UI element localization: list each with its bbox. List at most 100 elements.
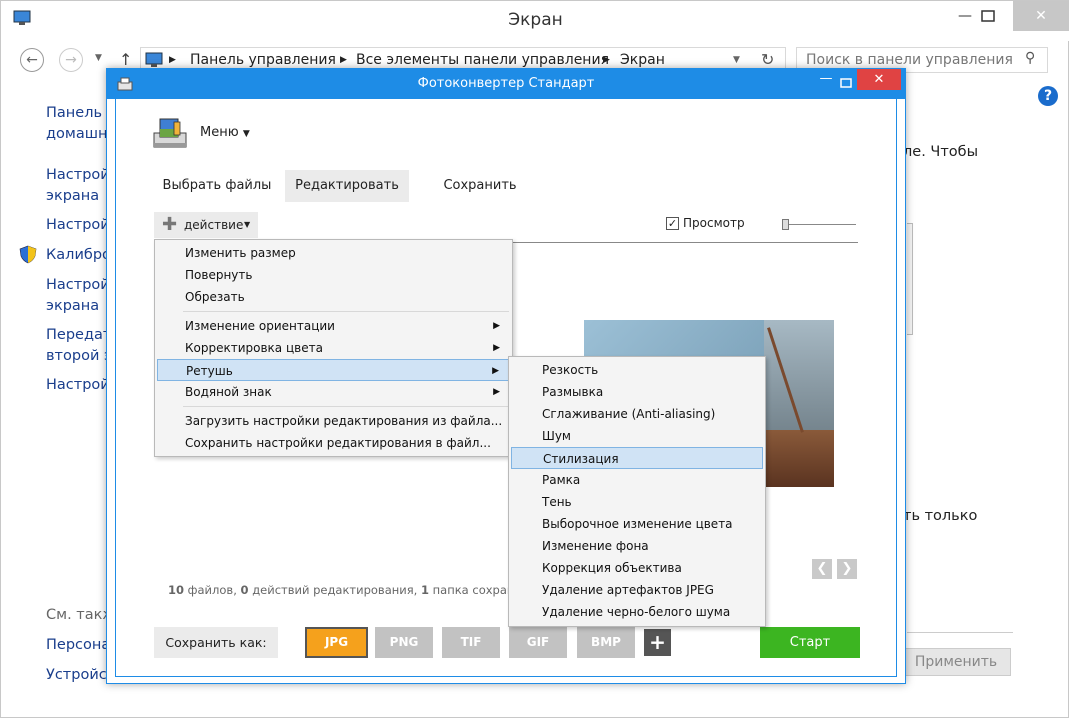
sidebar-link-settings[interactable]: Настрой [46, 215, 110, 236]
menu-button[interactable]: Меню ▼ [200, 125, 250, 140]
description-text-fragment: ле. Чтобы [903, 144, 979, 160]
submenu-item-noise[interactable]: Шум [509, 425, 765, 447]
sidebar-link-calibrate[interactable]: Калибро [46, 245, 111, 266]
preview-label: Просмотр [683, 216, 745, 230]
tab-select-files[interactable]: Выбрать файлы [160, 170, 274, 202]
back-button[interactable]: ← [20, 48, 44, 72]
sidebar-link-devices[interactable]: Устройст [46, 665, 115, 686]
menu-item-label: Водяной знак [185, 385, 272, 399]
submenu-item-blur[interactable]: Размывка [509, 381, 765, 403]
submenu-item-shadow[interactable]: Тень [509, 491, 765, 513]
pc-maximize-button[interactable] [833, 73, 859, 95]
sidebar-link-text: экрана [46, 188, 100, 204]
pc-title-bar[interactable]: Фотоконвертер Стандарт — ✕ [107, 69, 905, 99]
pc-close-button[interactable]: ✕ [857, 69, 901, 90]
help-icon[interactable]: ? [1038, 86, 1058, 106]
menu-separator [183, 406, 509, 407]
sidebar-link-text: второй э [46, 348, 112, 364]
menu-item-retouch[interactable]: Ретушь ▶ [157, 359, 510, 381]
submenu-item-selective-color[interactable]: Выборочное изменение цвета [509, 513, 765, 535]
files-label: файлов, [187, 583, 237, 597]
prev-image-button[interactable]: ❮ [812, 559, 832, 579]
folders-count: 1 [420, 583, 429, 597]
submenu-item-background-change[interactable]: Изменение фона [509, 535, 765, 557]
zoom-slider-track[interactable] [784, 224, 856, 225]
menu-item-resize[interactable]: Изменить размер [155, 242, 512, 264]
control-panel-icon [145, 52, 163, 67]
menu-item-label: Загрузить настройки редактирования из фа… [185, 414, 503, 428]
menu-separator [183, 311, 509, 312]
maximize-button[interactable] [965, 1, 1011, 31]
maximize-icon [981, 10, 995, 22]
menu-item-label: Выборочное изменение цвета [542, 517, 733, 531]
recent-pages-chevron-icon[interactable]: ▼ [95, 53, 102, 63]
menu-item-label: Рамка [542, 473, 581, 487]
menu-item-label: Тень [542, 495, 572, 509]
start-button[interactable]: Старт [760, 627, 860, 658]
menu-item-save-settings[interactable]: Сохранить настройки редактирования в фай… [155, 432, 512, 454]
submenu-item-bw-noise[interactable]: Удаление черно-белого шума [509, 601, 765, 623]
submenu-item-sharpness[interactable]: Резкость [509, 359, 765, 381]
save-as-label: Сохранить как: [154, 627, 278, 658]
pc-window-title: Фотоконвертер Стандарт [417, 76, 595, 91]
status-line: 10 файлов, 0 действий редактирования, 1 … [168, 583, 543, 597]
breadcrumb-item[interactable]: Панель управления [190, 52, 336, 68]
submenu-arrow-icon: ▶ [493, 343, 500, 353]
preview-checkbox[interactable]: ✓ [666, 217, 679, 230]
sidebar-link-cleartype[interactable]: Настрой [46, 375, 110, 396]
submenu-arrow-icon: ▶ [492, 366, 499, 376]
description-text-fragment: ть только [903, 508, 978, 524]
menu-item-label: Стилизация [543, 452, 619, 466]
action-dropdown-button[interactable]: ✚ действие ▼ [154, 212, 258, 238]
sidebar-link-text: Настрой [46, 167, 110, 183]
format-jpg-button[interactable]: JPG [305, 627, 368, 658]
chevron-down-icon: ▼ [242, 129, 250, 139]
breadcrumb-separator-icon: ▶ [340, 55, 347, 65]
breadcrumb-item[interactable]: Все элементы панели управления [356, 52, 609, 68]
sidebar-link-project[interactable]: Передат второй э [46, 325, 112, 367]
forward-button[interactable]: → [59, 48, 83, 72]
printer-photo-icon [153, 118, 187, 148]
address-dropdown-icon[interactable]: ▼ [733, 55, 740, 65]
menu-item-label: Изменение фона [542, 539, 649, 553]
menu-item-rotate[interactable]: Повернуть [155, 264, 512, 286]
outer-close-button[interactable]: ✕ [1013, 1, 1069, 31]
tab-edit[interactable]: Редактировать [285, 170, 409, 202]
sidebar-link-text: Настрой [46, 277, 110, 293]
menu-item-orientation[interactable]: Изменение ориентации ▶ [155, 315, 512, 337]
submenu-item-lens-correction[interactable]: Коррекция объектива [509, 557, 765, 579]
menu-item-label: Изменение ориентации [185, 319, 335, 333]
menu-item-color-correction[interactable]: Корректировка цвета ▶ [155, 337, 512, 359]
menu-item-label: Удаление черно-белого шума [542, 605, 731, 619]
sidebar-link-text: Передат [46, 327, 112, 343]
menu-item-label: Повернуть [185, 268, 253, 282]
format-gif-button[interactable]: GIF [509, 627, 567, 658]
sidebar-link-text-size[interactable]: Настрой экрана [46, 275, 110, 317]
sidebar-link-personalization[interactable]: Персона [46, 635, 110, 656]
menu-item-crop[interactable]: Обрезать [155, 286, 512, 308]
tab-save[interactable]: Сохранить [430, 170, 530, 202]
plus-icon: ✚ [162, 214, 178, 235]
add-format-button[interactable]: + [644, 629, 671, 656]
format-bmp-button[interactable]: BMP [577, 627, 635, 658]
refresh-icon[interactable]: ↻ [761, 50, 774, 69]
up-arrow-icon[interactable]: ↑ [119, 50, 132, 69]
next-image-button[interactable]: ❯ [837, 559, 857, 579]
sidebar-link-text: экрана [46, 298, 100, 314]
submenu-item-antialiasing[interactable]: Сглаживание (Anti-aliasing) [509, 403, 765, 425]
search-icon[interactable]: ⚲ [1025, 50, 1035, 66]
action-menu: Изменить размер Повернуть Обрезать Измен… [154, 239, 513, 457]
zoom-slider-thumb[interactable] [782, 219, 789, 230]
menu-item-watermark[interactable]: Водяной знак ▶ [155, 381, 512, 403]
submenu-item-stylization[interactable]: Стилизация [511, 447, 763, 469]
submenu-arrow-icon: ▶ [493, 321, 500, 331]
apply-button[interactable]: Применить [901, 648, 1011, 676]
submenu-item-frame[interactable]: Рамка [509, 469, 765, 491]
format-png-button[interactable]: PNG [375, 627, 433, 658]
menu-item-load-settings[interactable]: Загрузить настройки редактирования из фа… [155, 410, 512, 432]
breadcrumb-item[interactable]: Экран [620, 52, 665, 68]
actions-label: действий редактирования, [252, 583, 418, 597]
submenu-item-jpeg-artifacts[interactable]: Удаление артефактов JPEG [509, 579, 765, 601]
format-tif-button[interactable]: TIF [442, 627, 500, 658]
sidebar-link-resolution[interactable]: Настрой экрана [46, 165, 110, 207]
